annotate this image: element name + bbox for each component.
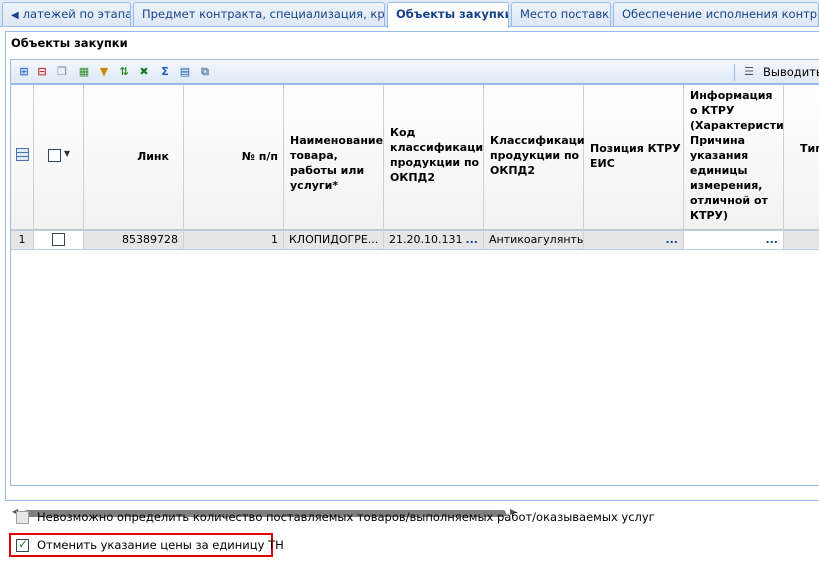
header-type-label: Тип bbox=[800, 142, 819, 155]
tab-bar: ◀ латежей по этапам Предмет контракта, сп… bbox=[0, 0, 819, 28]
chevron-down-icon[interactable]: ▼ bbox=[64, 149, 70, 158]
remove-row-icon[interactable]: ⊟ bbox=[35, 65, 49, 79]
cancel-unit-price-label: Отменить указание цены за единицу ТН bbox=[37, 538, 284, 552]
header-select-all[interactable]: ▼ bbox=[34, 85, 84, 230]
table-row[interactable]: 1 85389728 1 КЛОПИДОГРЕ... 21.20.10.131 … bbox=[11, 230, 819, 250]
excel-icon[interactable]: ✖ bbox=[137, 65, 151, 79]
ktru-pos-picker-button[interactable]: ... bbox=[665, 231, 678, 249]
copy-icon[interactable]: ❐ bbox=[55, 65, 69, 79]
toolbar-separator bbox=[734, 64, 735, 81]
header-ktru-pos-label: Позиция КТРУ ЕИС bbox=[590, 142, 681, 170]
import-icon[interactable]: ▦ bbox=[77, 65, 91, 79]
sum-icon[interactable]: Σ bbox=[158, 65, 172, 79]
cancel-unit-price-checkbox[interactable]: ✓ bbox=[16, 537, 29, 552]
filter-icon[interactable]: ▼ bbox=[97, 65, 111, 79]
grid-menu-icon[interactable] bbox=[16, 148, 29, 161]
cell-type[interactable] bbox=[784, 231, 819, 249]
cell-link[interactable]: 85389728 bbox=[84, 231, 184, 249]
header-ktru-pos[interactable]: Позиция КТРУ ЕИС bbox=[584, 85, 684, 230]
cannot-determine-qty-label: Невозможно определить количество поставл… bbox=[37, 510, 655, 524]
cell-okpd-code[interactable]: 21.20.10.131 ... bbox=[384, 231, 484, 249]
tab-delivery-place[interactable]: Место поставки bbox=[511, 2, 611, 26]
row-checkbox[interactable] bbox=[52, 233, 65, 246]
scroll-left-icon[interactable]: ◀ bbox=[11, 10, 19, 21]
cell-ktru-pos[interactable]: ... bbox=[584, 231, 684, 249]
header-okpd-class[interactable]: Классификация продукции по ОКПД2 bbox=[484, 85, 592, 230]
header-num-label: № п/п bbox=[241, 150, 278, 163]
tab-contract-subject[interactable]: Предмет контракта, специализация, критер… bbox=[133, 2, 385, 26]
header-ktru-info[interactable]: Информация о КТРУ (Характеристи… Причина… bbox=[684, 85, 795, 230]
columns-icon[interactable]: ▤ bbox=[178, 65, 192, 79]
tab-contract-security[interactable]: Обеспечение исполнения контракта bbox=[613, 2, 819, 26]
header-link-label: Линк bbox=[137, 150, 169, 163]
tab-payment-stages[interactable]: ◀ латежей по этапам bbox=[2, 2, 131, 26]
header-grid-menu[interactable] bbox=[11, 85, 34, 230]
procurement-objects-panel: Объекты закупки ⊞ ⊟ ❐ ▦ ▼ ⇅ ✖ Σ ▤ ⧉ ☰ Вы… bbox=[5, 31, 819, 517]
output-settings-label[interactable]: Выводить г bbox=[763, 65, 819, 79]
header-okpd-code-label: Код классификации продукции по ОКПД2 bbox=[390, 126, 491, 184]
header-link[interactable]: Линк bbox=[84, 85, 184, 230]
duplicate-icon[interactable]: ⧉ bbox=[198, 65, 212, 79]
header-ktru-info-label: Информация о КТРУ (Характеристи… Причина… bbox=[690, 89, 795, 222]
cell-ktru-info[interactable]: ... bbox=[684, 231, 784, 249]
header-okpd-code[interactable]: Код классификации продукции по ОКПД2 bbox=[384, 85, 491, 230]
header-type[interactable]: Тип bbox=[784, 85, 819, 230]
select-all-checkbox[interactable] bbox=[48, 149, 61, 162]
header-num[interactable]: № п/п bbox=[184, 85, 284, 230]
add-row-icon[interactable]: ⊞ bbox=[17, 65, 31, 79]
okpd-code-picker-button[interactable]: ... bbox=[465, 231, 478, 249]
cannot-determine-qty-checkbox[interactable] bbox=[16, 511, 29, 524]
output-settings-icon[interactable]: ☰ bbox=[742, 65, 756, 79]
row-number: 1 bbox=[11, 231, 34, 249]
checkmark-icon: ✓ bbox=[18, 537, 29, 551]
tab-procurement-objects[interactable]: Объекты закупки bbox=[387, 2, 509, 28]
header-okpd-class-label: Классификация продукции по ОКПД2 bbox=[490, 134, 592, 177]
cell-num[interactable]: 1 bbox=[184, 231, 284, 249]
row-checkbox-cell[interactable] bbox=[34, 231, 84, 249]
header-name[interactable]: Наименование товара, работы или услуги* bbox=[284, 85, 384, 230]
cell-okpd-class[interactable]: Антикоагулянты bbox=[484, 231, 584, 249]
grid-toolbar: ⊞ ⊟ ❐ ▦ ▼ ⇅ ✖ Σ ▤ ⧉ ☰ Выводить г bbox=[10, 59, 819, 84]
header-name-label: Наименование товара, работы или услуги* bbox=[290, 134, 384, 192]
sort-icon[interactable]: ⇅ bbox=[117, 65, 131, 79]
panel-title: Объекты закупки bbox=[11, 36, 128, 50]
okpd-code-value: 21.20.10.131 bbox=[389, 233, 463, 246]
ktru-info-picker-button[interactable]: ... bbox=[765, 231, 778, 249]
procurement-objects-grid: ▼ Линк № п/п Наименование товара, работы… bbox=[10, 84, 819, 486]
cell-name[interactable]: КЛОПИДОГРЕ... bbox=[284, 231, 384, 249]
